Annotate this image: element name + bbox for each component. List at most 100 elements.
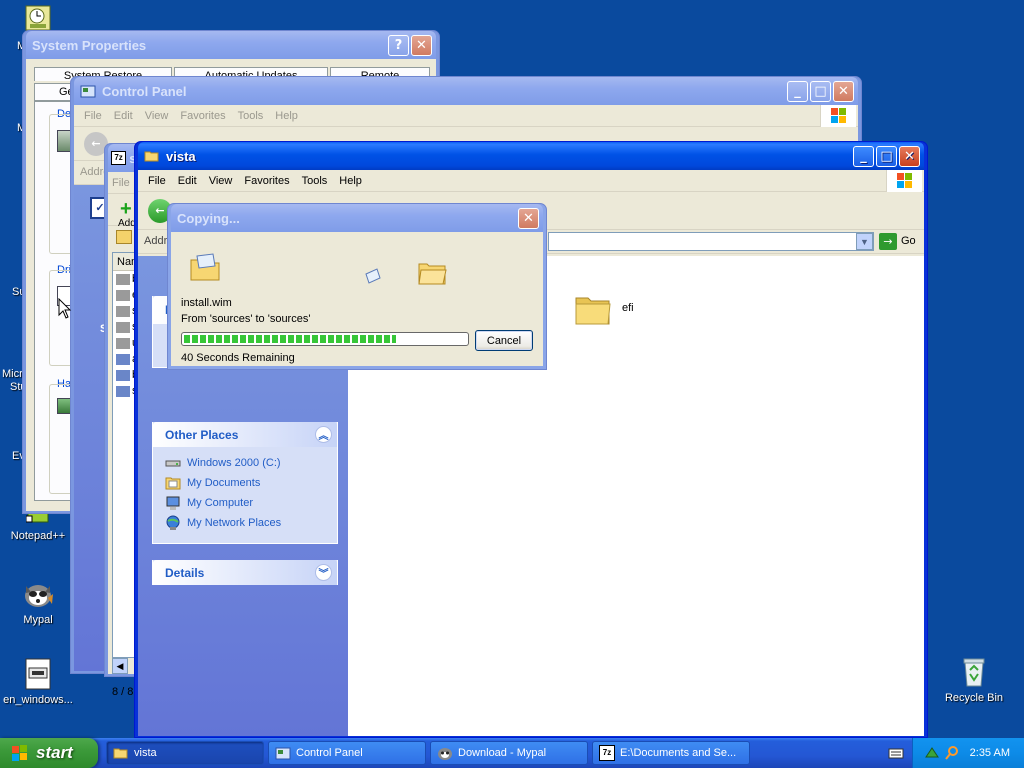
address-dropdown-button[interactable]: ▼	[856, 233, 873, 250]
file-icon	[116, 353, 130, 365]
copy-dialog[interactable]: Copying... ✕ install.wim From 'sources' …	[167, 203, 547, 370]
menu-edit[interactable]: Edit	[108, 110, 139, 122]
menu-file[interactable]: File	[142, 175, 172, 187]
system-properties-titlebar[interactable]: System Properties ? ✕	[26, 31, 436, 59]
raccoon-icon	[438, 748, 452, 760]
desktop-icon-label: Notepad++	[10, 530, 66, 542]
folder-icon	[575, 297, 611, 325]
folder-icon	[116, 273, 130, 285]
start-button[interactable]: start	[0, 738, 98, 768]
other-places-header[interactable]: Other Places ︽	[153, 422, 337, 447]
mouse-cursor-icon	[58, 298, 72, 319]
menu-edit[interactable]: Edit	[172, 175, 203, 187]
menu-help[interactable]: Help	[269, 110, 304, 122]
windows-flag-icon	[820, 105, 856, 127]
close-button[interactable]: ✕	[411, 34, 432, 56]
close-button[interactable]: ✕	[518, 207, 539, 229]
menu-tools[interactable]: Tools	[296, 175, 334, 187]
place-item-label: My Network Places	[187, 517, 282, 529]
scroll-left-button[interactable]: ◀	[112, 658, 128, 674]
destination-folder-icon	[418, 263, 447, 285]
minimize-button[interactable]: _	[853, 145, 874, 167]
clock[interactable]: 2:35 AM	[970, 747, 1010, 759]
go-label[interactable]: Go	[901, 235, 916, 247]
menu-favorites[interactable]: Favorites	[238, 175, 295, 187]
my-computer-icon	[166, 496, 180, 510]
close-button[interactable]: ✕	[899, 145, 920, 167]
dialog-title: Copying...	[177, 210, 240, 226]
folder-icon	[116, 289, 130, 301]
details-box: Details ︾	[152, 560, 338, 585]
place-item-label: My Documents	[187, 477, 261, 489]
my-documents-icon	[165, 477, 181, 490]
windows-logo-icon	[12, 745, 27, 761]
help-button[interactable]: ?	[388, 34, 409, 56]
maximize-button[interactable]: □	[810, 80, 831, 102]
folder-icon	[116, 337, 130, 349]
taskbar-button-label: Control Panel	[296, 747, 363, 759]
taskbar-button-control-panel[interactable]: Control Panel	[268, 741, 426, 765]
desktop-icon-iso[interactable]: en_windows...	[0, 658, 76, 707]
keyboard-icon[interactable]	[888, 745, 904, 761]
control-panel-icon	[80, 85, 96, 98]
taskbar-button-mypal[interactable]: Download - Mypal	[430, 741, 588, 765]
menu-file[interactable]: File	[78, 110, 108, 122]
place-item-my-documents[interactable]: My Documents	[153, 473, 337, 493]
folder-open-icon	[144, 151, 159, 162]
cancel-button[interactable]: Cancel	[475, 330, 533, 351]
progress-fill	[184, 335, 396, 343]
place-item-label: Windows 2000 (C:)	[187, 457, 281, 469]
taskbar-button-sevenzip[interactable]: 7z E:\Documents and Se...	[592, 741, 750, 765]
time-remaining: 40 Seconds Remaining	[181, 352, 295, 364]
desktop-icon-notepadpp[interactable]: Notepad++	[0, 510, 76, 543]
control-panel-menubar: File Edit View Favorites Tools Help	[74, 105, 858, 127]
folder-item-efi[interactable]: efi	[574, 290, 634, 326]
search-tray-icon[interactable]	[944, 745, 960, 761]
copy-from-to: From 'sources' to 'sources'	[181, 313, 311, 325]
folder-icon	[116, 321, 130, 333]
place-item-drive[interactable]: Windows 2000 (C:)	[153, 453, 337, 473]
place-item-my-computer[interactable]: My Computer	[153, 493, 337, 513]
desktop-icon-label: Mypal	[23, 614, 53, 626]
go-arrow-icon[interactable]: →	[879, 233, 897, 250]
minimize-button[interactable]: _	[787, 80, 808, 102]
folder-icon	[113, 748, 128, 759]
control-panel-icon	[275, 747, 291, 760]
expand-chevron-icon[interactable]: ︾	[315, 564, 332, 581]
menu-tools[interactable]: Tools	[232, 110, 270, 122]
address-input[interactable]	[548, 232, 874, 251]
explorer-titlebar[interactable]: vista _ □ ✕	[138, 142, 924, 170]
desktop-icon-mypal[interactable]: Mypal	[0, 578, 76, 627]
desktop-icon-recycle-bin[interactable]: Recycle Bin	[936, 656, 1012, 705]
menu-view[interactable]: View	[203, 175, 239, 187]
details-title: Details	[165, 565, 205, 580]
details-header[interactable]: Details ︾	[153, 560, 337, 585]
copy-dialog-titlebar[interactable]: Copying... ✕	[171, 204, 543, 232]
place-item-my-network-places[interactable]: My Network Places	[153, 513, 337, 533]
up-folder-icon[interactable]	[116, 230, 132, 244]
other-places-title: Other Places	[165, 427, 239, 442]
taskbar-button-label: vista	[134, 747, 157, 759]
collapse-chevron-icon[interactable]: ︽	[315, 426, 332, 443]
menu-view[interactable]: View	[139, 110, 175, 122]
window-title: vista	[166, 148, 196, 164]
file-icon	[116, 369, 130, 381]
flying-document-icon	[365, 268, 381, 284]
close-button[interactable]: ✕	[833, 80, 854, 102]
taskbar: start vista Control Panel Download - Myp…	[0, 738, 1024, 768]
copy-dialog-body: install.wim From 'sources' to 'sources' …	[171, 232, 543, 366]
taskbar-button-vista[interactable]: vista	[106, 741, 264, 765]
menu-favorites[interactable]: Favorites	[174, 110, 231, 122]
iso-file-icon	[22, 658, 54, 690]
file-icon	[116, 385, 130, 397]
menu-help[interactable]: Help	[333, 175, 368, 187]
system-tray: 2:35 AM	[912, 738, 1024, 768]
network-tray-icon[interactable]	[924, 745, 940, 761]
taskbar-button-label: Download - Mypal	[458, 747, 547, 759]
cancel-label: Cancel	[486, 334, 522, 347]
window-title: System Properties	[32, 37, 147, 53]
maximize-button[interactable]: □	[876, 145, 897, 167]
control-panel-titlebar[interactable]: Control Panel _ □ ✕	[74, 77, 858, 105]
source-folder-icon	[190, 253, 220, 281]
menu-file[interactable]: File	[108, 177, 136, 189]
